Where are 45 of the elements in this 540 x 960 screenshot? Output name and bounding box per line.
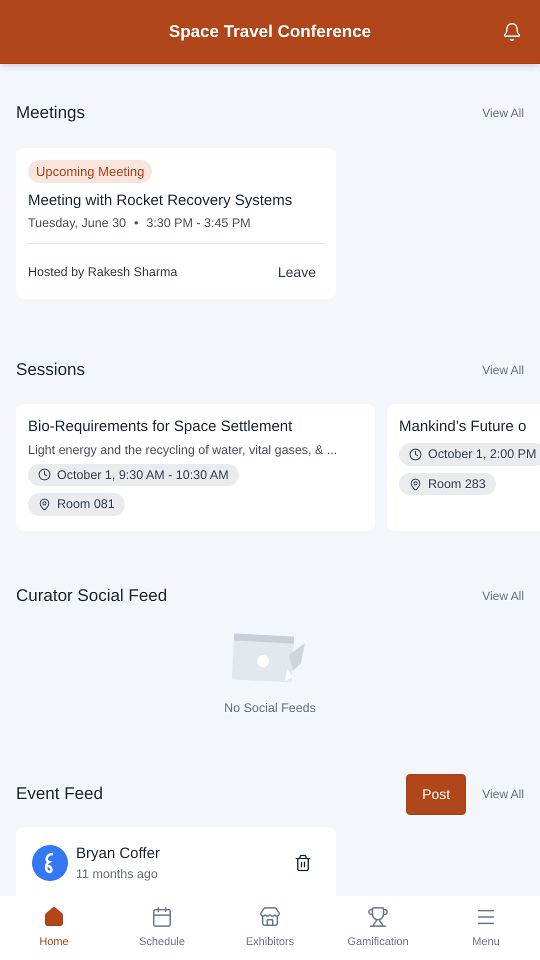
- view-all-link[interactable]: View All: [482, 360, 524, 378]
- session-time-chip: October 1, 2:00 PM: [399, 442, 540, 466]
- session-room-chip: Room 081: [28, 493, 125, 516]
- session-room-chip: Room 283: [399, 472, 496, 496]
- home-icon: [43, 906, 65, 928]
- session-title: Bio-Requirements for Space Settlement: [28, 417, 294, 438]
- session-description: Light energy and the recycling of water, vital gases, & ...: [28, 442, 338, 459]
- post-time: 11 months ago: [76, 866, 159, 883]
- clock-icon: [38, 468, 51, 482]
- session-time-chip: October 1, 9:30 AM - 10:30 AM: [28, 464, 239, 486]
- view-all-link[interactable]: View All: [482, 104, 524, 122]
- section-title: Meetings: [16, 102, 85, 124]
- nav-tab[interactable]: Exhibitors: [216, 906, 324, 950]
- view-all-link[interactable]: View All: [482, 785, 524, 803]
- nav-tab[interactable]: Home: [0, 906, 108, 950]
- nav-tab[interactable]: Gamification: [324, 906, 432, 950]
- separator-dot: •: [134, 215, 138, 232]
- meeting-time: 3:30 PM - 3:45 PM: [146, 215, 251, 232]
- session-card[interactable]: Bio-Requirements for Space Settlement Light energy and the recycling of water, vital gases, & ... October 1, 9:30 AM - 10:30 AM Room 081: [16, 404, 375, 532]
- avatar-icon: [32, 845, 68, 882]
- booth-icon: [259, 906, 281, 928]
- nav-tab[interactable]: Schedule: [108, 906, 216, 950]
- meeting-date: Tuesday, June 30: [28, 215, 126, 232]
- delete-icon[interactable]: [294, 854, 312, 872]
- post-author: Bryan Coffer: [76, 844, 161, 864]
- section-title: Curator Social Feed: [16, 585, 168, 608]
- session-card[interactable]: Mankind’s Future o October 1, 2:00 PM Room 283: [387, 404, 540, 532]
- notifications-icon[interactable]: [502, 22, 522, 42]
- post-button[interactable]: Post: [406, 774, 466, 814]
- clock-icon: [409, 448, 422, 461]
- meeting-title: Meeting with Rocket Recovery Systems: [28, 190, 294, 210]
- meeting-host: Hosted by Rakesh Sharma: [28, 264, 178, 281]
- trophy-icon: [367, 906, 389, 928]
- section-title: Sessions: [16, 358, 85, 381]
- location-pin-icon: [409, 478, 422, 490]
- section-title: Event Feed: [16, 783, 103, 806]
- meeting-status-badge: Upcoming Meeting: [28, 160, 152, 183]
- session-title: Mankind’s Future o: [399, 417, 528, 438]
- calendar-icon: [151, 906, 173, 928]
- leave-button[interactable]: Leave: [278, 262, 324, 283]
- nav-tab[interactable]: Menu: [432, 906, 540, 950]
- view-all-link[interactable]: View All: [482, 587, 524, 605]
- header-title: Space Travel Conference: [168, 21, 372, 44]
- location-pin-icon: [38, 498, 51, 512]
- empty-state-text: No Social Feeds: [224, 700, 316, 717]
